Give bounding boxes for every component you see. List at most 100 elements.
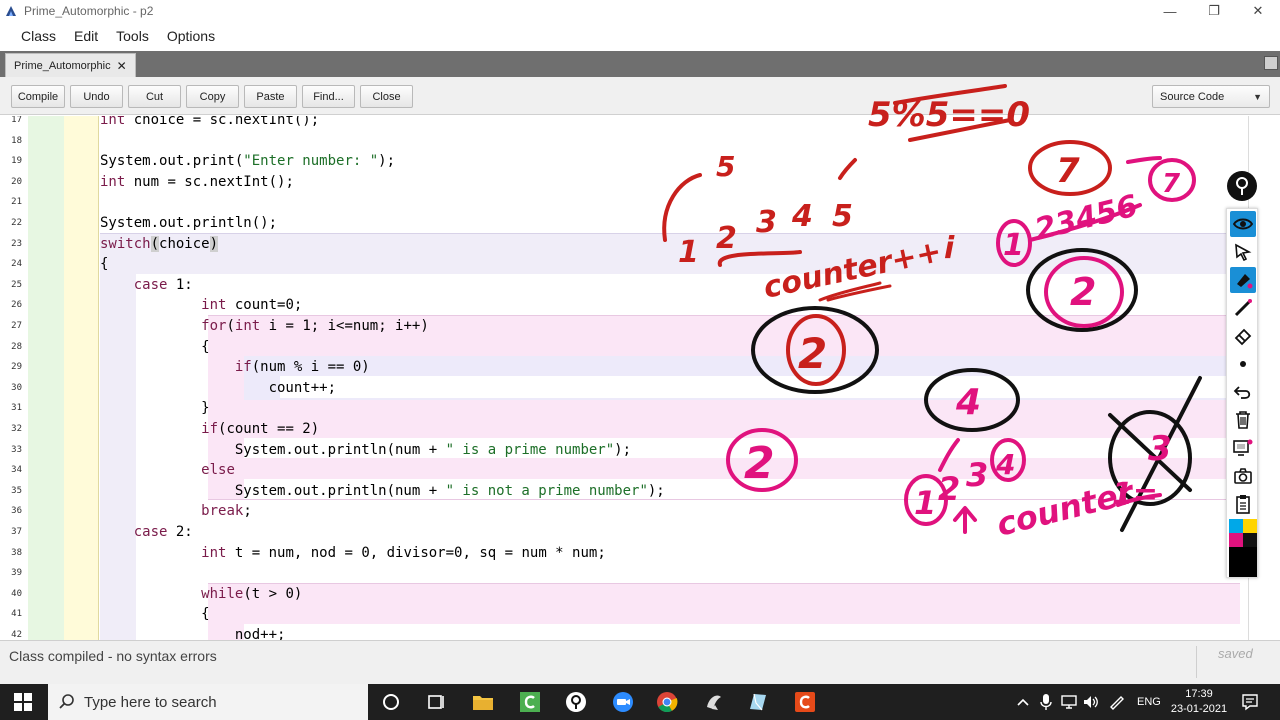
clipboard-icon[interactable] xyxy=(1230,491,1256,517)
windows-start-button[interactable] xyxy=(0,684,46,720)
code-line[interactable]: int num = sc.nextInt(); xyxy=(100,172,294,192)
code-line[interactable]: if(num % i == 0) xyxy=(100,357,370,377)
restore-button[interactable]: ❐ xyxy=(1192,0,1236,22)
pin-icon[interactable] xyxy=(1227,171,1257,201)
bluej-taskbar-icon[interactable] xyxy=(518,690,542,714)
code-line[interactable]: nod++; xyxy=(100,625,286,640)
code-line[interactable]: { xyxy=(100,604,209,624)
code-token: System.out.print( xyxy=(100,153,244,170)
code-line[interactable]: int t = num, nod = 0, divisor=0, sq = nu… xyxy=(100,543,606,563)
find-button[interactable]: Find... xyxy=(302,85,355,108)
code-line[interactable]: while(t > 0) xyxy=(100,584,302,604)
menu-class[interactable]: Class xyxy=(21,28,56,44)
view-mode-select[interactable]: Source Code ▼ xyxy=(1152,85,1270,108)
task-view-icon[interactable] xyxy=(424,690,448,714)
inkscape-icon[interactable] xyxy=(702,690,726,714)
color-black[interactable] xyxy=(1229,547,1257,577)
code-line[interactable]: switch(choice) xyxy=(100,234,219,254)
code-line[interactable]: break; xyxy=(100,501,252,521)
pin-app-icon[interactable] xyxy=(564,690,588,714)
close-window-button[interactable]: ✕ xyxy=(1236,0,1280,22)
code-token: t = num, nod = 0, divisor=0, sq = num * … xyxy=(226,544,606,561)
cortana-icon[interactable] xyxy=(379,690,403,714)
code-line[interactable]: System.out.println(num + " is a prime nu… xyxy=(100,440,631,460)
line-number: 26 xyxy=(11,300,22,311)
code-line[interactable]: case 2: xyxy=(100,522,193,542)
line-number: 18 xyxy=(11,135,22,146)
recorder-app-icon[interactable] xyxy=(793,690,817,714)
code-token: (t > 0) xyxy=(243,585,303,602)
code-line[interactable]: if(count == 2) xyxy=(100,419,319,439)
code-line[interactable]: count++; xyxy=(100,378,336,398)
undo-icon[interactable] xyxy=(1230,379,1256,405)
code-line[interactable]: { xyxy=(100,337,210,357)
menu-options[interactable]: Options xyxy=(167,28,215,44)
code-line[interactable]: int count=0; xyxy=(100,295,302,315)
code-line[interactable]: else xyxy=(100,460,235,480)
color-black-small[interactable] xyxy=(1243,533,1257,547)
compile-button[interactable]: Compile xyxy=(11,85,65,108)
color-cyan[interactable] xyxy=(1229,519,1243,533)
dot-icon[interactable] xyxy=(1230,351,1256,377)
code-line[interactable]: case 1: xyxy=(100,275,193,295)
file-explorer-icon[interactable] xyxy=(471,690,495,714)
tab-prime-automorphic[interactable]: Prime_Automorphic ✕ xyxy=(5,53,136,77)
code-line[interactable]: int choice = sc.nextInt(); xyxy=(100,116,319,130)
chrome-icon[interactable] xyxy=(655,690,679,714)
copy-button[interactable]: Copy xyxy=(186,85,239,108)
screen-icon[interactable] xyxy=(1230,435,1256,461)
breakpoint-gutter[interactable] xyxy=(28,116,64,640)
code-line[interactable]: System.out.print("Enter number: "); xyxy=(100,151,395,171)
pen-icon[interactable] xyxy=(1230,295,1256,321)
code-line[interactable]: } xyxy=(100,398,210,418)
code-token: choice xyxy=(159,235,210,252)
status-separator xyxy=(1196,646,1197,678)
code-keyword: case xyxy=(133,276,168,293)
cursor-icon[interactable] xyxy=(1230,239,1256,265)
color-palette[interactable] xyxy=(1229,519,1257,577)
minimize-button[interactable]: — xyxy=(1148,0,1192,22)
network-icon[interactable] xyxy=(1060,684,1078,720)
code-keyword: for xyxy=(201,318,227,334)
editor-toolbar: Compile Undo Cut Copy Paste Find... Clos… xyxy=(0,77,1280,115)
eraser-icon[interactable] xyxy=(1230,323,1256,349)
camera-icon[interactable] xyxy=(1230,463,1256,489)
paste-button[interactable]: Paste xyxy=(244,85,297,108)
language-indicator[interactable]: ENG xyxy=(1137,684,1161,720)
taskbar-clock[interactable]: 17:39 23-01-2021 xyxy=(1166,687,1232,717)
code-line[interactable]: System.out.println(num + " is not a prim… xyxy=(100,481,665,501)
trash-icon[interactable] xyxy=(1230,407,1256,433)
menu-edit[interactable]: Edit xyxy=(74,28,98,44)
code-line[interactable]: for(int i = 1; i<=num; i++) xyxy=(100,316,429,336)
code-line[interactable]: { xyxy=(100,254,108,274)
highlighter-icon[interactable] xyxy=(1230,267,1256,293)
color-magenta[interactable] xyxy=(1229,533,1243,547)
cut-button[interactable]: Cut xyxy=(128,85,181,108)
undo-button[interactable]: Undo xyxy=(70,85,123,108)
volume-icon[interactable] xyxy=(1082,684,1100,720)
zoom-icon[interactable] xyxy=(611,690,635,714)
code-token: } xyxy=(100,400,210,417)
close-button[interactable]: Close xyxy=(360,85,413,108)
tab-close-icon[interactable]: ✕ xyxy=(117,59,127,73)
menu-tools[interactable]: Tools xyxy=(116,28,149,44)
microphone-icon[interactable] xyxy=(1040,684,1052,720)
eye-icon[interactable] xyxy=(1230,211,1256,237)
code-editor[interactable]: 17 18 19 20 21 22 23 24 25 26 27 28 29 30 31 32 33 34 35 36… xyxy=(0,116,1280,640)
line-number: 31 xyxy=(11,403,22,414)
line-number-gutter: 17 18 19 20 21 22 23 24 25 26 27 28 29 30 31 32 33 34 35 36… xyxy=(0,116,28,640)
notes-app-icon[interactable] xyxy=(746,690,770,714)
taskbar-search-input[interactable]: Type here to search xyxy=(48,684,368,720)
code-token: { xyxy=(100,338,210,355)
show-hidden-icons-chevron-up-icon[interactable] xyxy=(1016,684,1030,720)
pen-workspace-icon[interactable] xyxy=(1108,684,1126,720)
tab-scroll-button[interactable] xyxy=(1264,56,1278,70)
status-message: Class compiled - no syntax errors xyxy=(9,648,217,664)
notification-icon[interactable] xyxy=(1241,684,1259,720)
code-line[interactable]: System.out.println(); xyxy=(100,213,277,233)
color-yellow[interactable] xyxy=(1243,519,1257,533)
